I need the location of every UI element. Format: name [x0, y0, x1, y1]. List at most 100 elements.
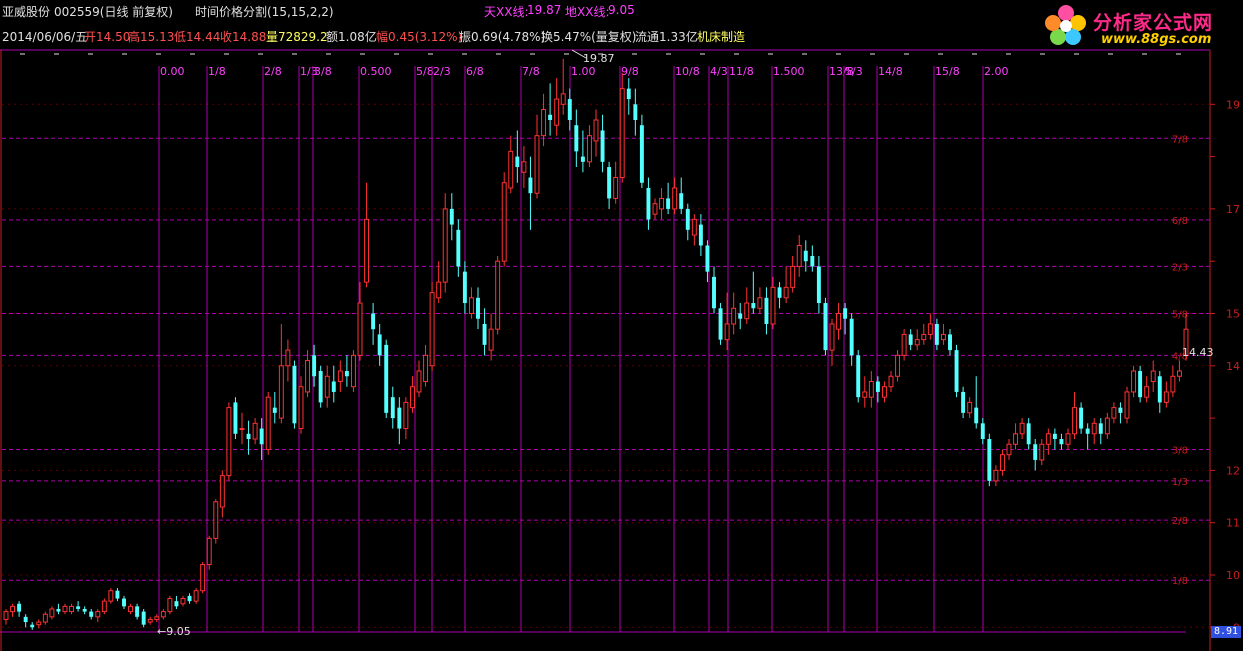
candle-body-up: [999, 454, 1005, 471]
candle-body-down: [849, 318, 854, 356]
candle-body-down: [515, 156, 520, 168]
candle-body-up: [206, 537, 212, 566]
candle-body-down: [1052, 433, 1057, 440]
candle-body-up: [619, 88, 625, 179]
candle-body-up: [593, 119, 599, 142]
candlestick-chart[interactable]: 1917151412111097/86/82/35/84/83/81/32/81…: [0, 0, 1243, 651]
candle-body-up: [69, 605, 75, 613]
candle-body-up: [403, 401, 409, 430]
candle-body-down: [1033, 444, 1038, 460]
candle-body-up: [927, 323, 933, 335]
candle-body-up: [357, 302, 363, 356]
candle-body-up: [757, 297, 763, 309]
time-division-label: 0.500: [360, 65, 392, 78]
candle-body-down: [456, 229, 461, 267]
candle-body-up: [147, 618, 153, 623]
candle-body-up: [495, 260, 501, 330]
candle-body-up: [200, 564, 206, 592]
candle-body-down: [344, 371, 349, 377]
candle-body-up: [1065, 433, 1071, 445]
fraction-hline-label: 6/8: [1172, 216, 1188, 227]
candle-body-down: [712, 276, 716, 309]
candle-body-down: [462, 271, 467, 304]
candle-body-up: [1019, 422, 1025, 435]
candle-body-up: [108, 590, 114, 602]
candle-body-down: [679, 193, 684, 209]
candle-body-down: [698, 224, 703, 246]
candle-body-up: [993, 469, 999, 482]
candle-body-down: [331, 381, 336, 392]
candle-body-up: [1124, 391, 1130, 419]
candle-body-up: [62, 605, 68, 613]
candle-body-up: [1091, 422, 1097, 435]
y-tick-label: 15: [1226, 307, 1240, 320]
candle-body-down: [233, 402, 238, 434]
candle-body-down: [574, 125, 579, 152]
fraction-hline-label: 1/3: [1172, 477, 1188, 488]
candle-body-down: [1098, 423, 1103, 434]
candle-body-up: [1045, 433, 1051, 445]
candle-body-up: [1131, 370, 1137, 393]
candle-body-up: [1144, 386, 1150, 398]
candle-body-down: [718, 308, 723, 340]
candle-body-up: [49, 608, 55, 618]
time-division-label: 7/8: [522, 65, 540, 78]
candle-body-up: [36, 621, 42, 626]
candle-body-up: [409, 386, 415, 409]
candle-body-up: [790, 265, 796, 288]
candle-body-up: [423, 354, 429, 382]
candle-body-up: [796, 245, 802, 267]
candle-body-up: [1176, 370, 1182, 377]
candle-body-up: [501, 182, 507, 262]
candle-body-down: [122, 598, 126, 607]
y-tick-label: 12: [1226, 464, 1240, 477]
candle-body-up: [901, 333, 907, 356]
candle-body-up: [1170, 375, 1176, 393]
candle-body-down: [639, 125, 644, 183]
time-division-label: 5/3: [845, 65, 863, 78]
candle-body-up: [895, 354, 901, 377]
candle-body-up: [921, 333, 927, 341]
candle-body-down: [390, 397, 395, 419]
candle-body-up: [783, 286, 789, 299]
candle-body-down: [626, 88, 631, 100]
candle-body-down: [1085, 428, 1090, 434]
candle-body-down: [646, 187, 651, 220]
candle-body-down: [974, 407, 979, 424]
candle-body-up: [219, 475, 225, 508]
candle-body-down: [377, 334, 382, 356]
candle-body-down: [476, 297, 480, 319]
y-tick-label: 11: [1226, 517, 1240, 530]
time-division-label: 6/8: [466, 65, 484, 78]
candle-body-up: [881, 386, 887, 398]
fraction-hline-label: 1/8: [1172, 576, 1188, 587]
candle-body-down: [666, 198, 671, 209]
candle-body-down: [803, 250, 808, 262]
candle-body-down: [705, 245, 710, 272]
candle-body-down: [23, 616, 28, 623]
candle-body-down: [685, 208, 690, 230]
time-division-label: 14/8: [878, 65, 903, 78]
candle-body-down: [397, 407, 402, 429]
candle-body-up: [724, 323, 730, 341]
y-tick-label: 19: [1226, 98, 1240, 111]
candle-body-down: [987, 439, 992, 481]
candle-body-down: [259, 428, 264, 445]
time-division-label: 2/8: [264, 65, 282, 78]
candle-body-down: [777, 287, 782, 298]
candle-body-up: [128, 605, 134, 613]
candle-body-down: [738, 313, 743, 319]
high-marker-label: 19.87: [583, 52, 615, 65]
candle-body-down: [1026, 423, 1031, 445]
candle-body-up: [770, 286, 776, 325]
candle-body-up: [691, 218, 697, 236]
candle-body-up: [967, 401, 973, 414]
candle-body-down: [856, 355, 861, 398]
candle-body-up: [888, 375, 894, 388]
candle-body-up: [731, 307, 737, 325]
candle-body-down: [1118, 407, 1123, 413]
fraction-hline-label: 7/8: [1172, 134, 1188, 145]
candle-body-down: [961, 391, 966, 413]
candle-body-down: [607, 167, 612, 199]
candle-body-up: [265, 396, 271, 450]
